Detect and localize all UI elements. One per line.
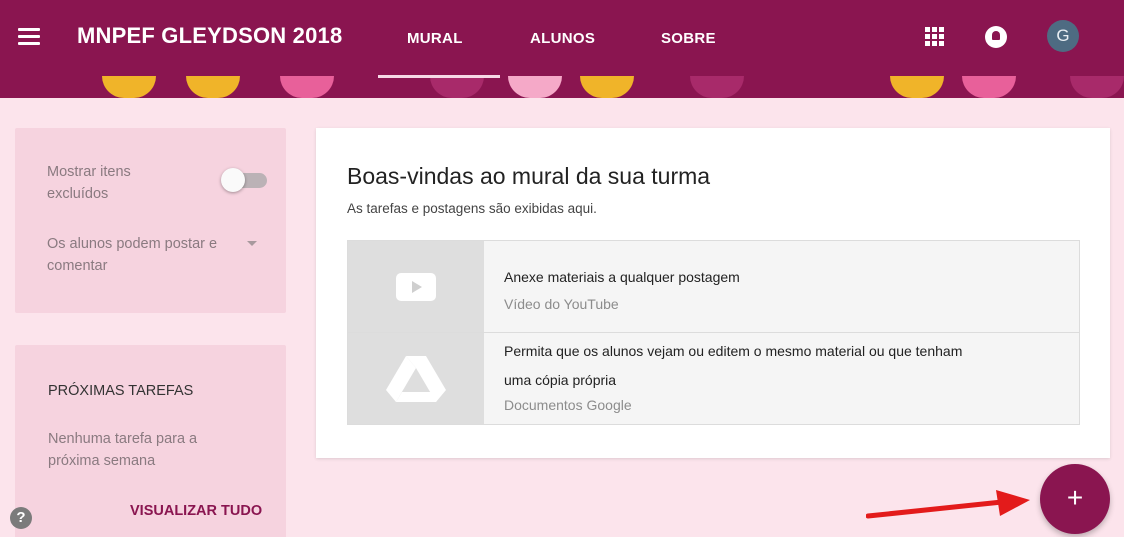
create-button[interactable]: +: [1040, 464, 1110, 534]
welcome-subtitle: As tarefas e postagens são exibidas aqui…: [347, 201, 597, 216]
tip-subtitle: Vídeo do YouTube: [504, 296, 619, 312]
notifications-icon[interactable]: [985, 26, 1007, 48]
tip-title: Anexe materiais a qualquer postagem: [504, 269, 740, 285]
top-app-bar: MNPEF GLEYDSON 2018 MURAL ALUNOS SOBRE G: [0, 0, 1124, 98]
toggle-thumb[interactable]: [221, 168, 245, 192]
chevron-down-icon[interactable]: [247, 241, 257, 246]
youtube-icon: [396, 273, 436, 301]
upcoming-panel: PRÓXIMAS TAREFAS Nenhuma tarefa para a p…: [15, 345, 286, 537]
avatar[interactable]: G: [1047, 20, 1079, 52]
menu-icon[interactable]: [18, 28, 40, 46]
tab-sobre[interactable]: SOBRE: [661, 30, 716, 47]
upcoming-title: PRÓXIMAS TAREFAS: [48, 383, 194, 399]
tip-title-line2: uma cópia própria: [504, 372, 617, 388]
attachment-tips: Anexe materiais a qualquer postagem Víde…: [347, 240, 1080, 425]
plus-icon: +: [1066, 482, 1084, 513]
help-icon[interactable]: ?: [10, 507, 32, 529]
classroom-page: MNPEF GLEYDSON 2018 MURAL ALUNOS SOBRE G…: [0, 0, 1124, 537]
settings-panel: Mostrar itens excluídos Os alunos podem …: [15, 128, 286, 313]
drive-thumb: [348, 333, 484, 424]
apps-grid-icon[interactable]: [925, 27, 945, 47]
tip-title-line1: Permita que os alunos vejam ou editem o …: [504, 343, 963, 359]
view-all-button[interactable]: VISUALIZAR TUDO: [130, 503, 262, 519]
student-permission-select[interactable]: Os alunos podem postar e comentar: [47, 233, 247, 277]
youtube-thumb: [348, 241, 484, 332]
welcome-title: Boas-vindas ao mural da sua turma: [347, 163, 711, 189]
class-title[interactable]: MNPEF GLEYDSON 2018: [77, 23, 342, 49]
show-deleted-label: Mostrar itens excluídos: [47, 164, 131, 202]
arrow-annotation-icon: [866, 490, 1030, 519]
tab-mural[interactable]: MURAL: [407, 30, 463, 47]
tab-alunos[interactable]: ALUNOS: [530, 30, 595, 47]
welcome-card: Boas-vindas ao mural da sua turma As tar…: [316, 128, 1110, 458]
list-item: Permita que os alunos vejam ou editem o …: [348, 333, 1079, 424]
google-drive-icon: [386, 356, 446, 402]
list-item: Anexe materiais a qualquer postagem Víde…: [348, 241, 1079, 333]
active-tab-indicator: [378, 75, 500, 78]
upcoming-empty-text: Nenhuma tarefa para a próxima semana: [48, 431, 198, 469]
tip-subtitle: Documentos Google: [504, 397, 632, 413]
